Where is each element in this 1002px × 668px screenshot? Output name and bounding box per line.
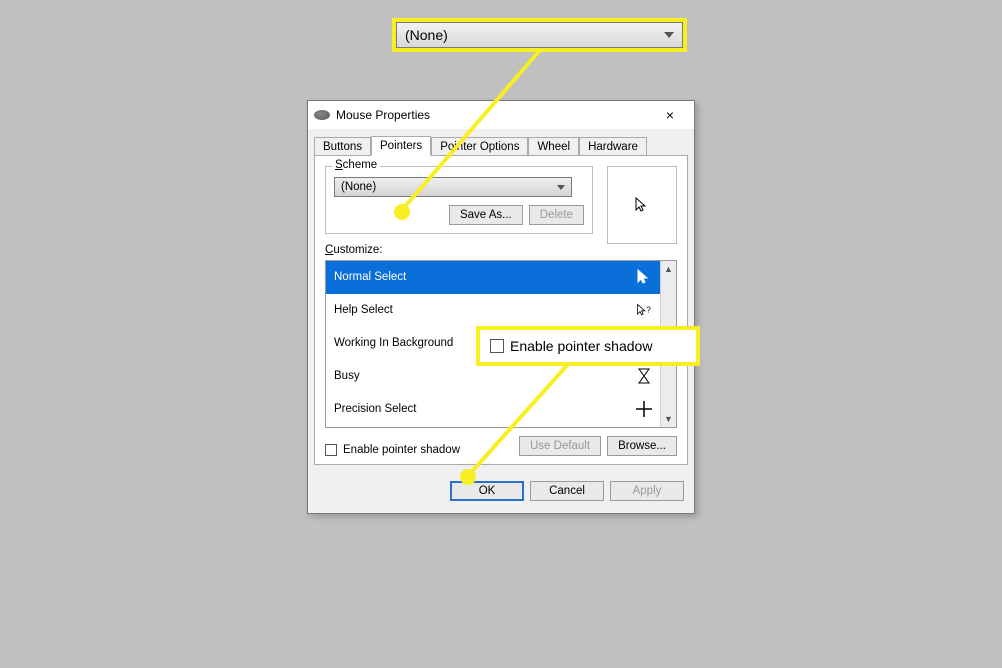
hourglass-icon [636, 368, 652, 384]
list-item-label: Help Select [334, 304, 393, 316]
list-item-label: Normal Select [334, 271, 406, 283]
tab-pointer-options[interactable]: Pointer Options [431, 137, 528, 156]
callout-dot-scheme [394, 204, 410, 220]
tabs-row: Buttons Pointers Pointer Options Wheel H… [308, 129, 694, 155]
enable-shadow-label: Enable pointer shadow [343, 444, 460, 456]
scheme-group-label: SSchemecheme [332, 159, 380, 171]
ok-button[interactable]: OK [450, 481, 524, 501]
list-item-help-select[interactable]: Help Select ? [326, 294, 660, 327]
arrow-cursor-icon [634, 197, 650, 213]
customize-label: Customize: [325, 244, 677, 256]
tab-wheel[interactable]: Wheel [528, 137, 579, 156]
apply-button: Apply [610, 481, 684, 501]
callout-scheme-dropdown-inner[interactable]: (None) [396, 22, 683, 48]
chevron-down-icon [557, 185, 565, 190]
crosshair-icon [636, 401, 652, 417]
tab-hardware[interactable]: Hardware [579, 137, 647, 156]
dialog-title: Mouse Properties [336, 108, 652, 122]
scroll-up-button[interactable]: ▲ [661, 261, 676, 277]
scheme-dropdown[interactable]: (None) [334, 177, 572, 197]
enable-shadow-row: Enable pointer shadow [325, 444, 460, 456]
help-cursor-icon: ? [636, 302, 652, 318]
list-item-label: Busy [334, 370, 360, 382]
titlebar: Mouse Properties × [308, 101, 694, 129]
pointers-panel: SSchemecheme (None) Save As... Delete Cu… [314, 155, 688, 465]
mouse-icon [314, 110, 330, 120]
callout-dot-enable-shadow [460, 469, 476, 485]
list-item-precision-select[interactable]: Precision Select [326, 393, 660, 426]
tab-pointers[interactable]: Pointers [371, 136, 431, 156]
scheme-group: SSchemecheme (None) Save As... Delete [325, 166, 593, 234]
scroll-down-button[interactable]: ▼ [661, 411, 676, 427]
use-default-button: Use Default [519, 436, 601, 456]
enable-shadow-checkbox[interactable] [325, 444, 337, 456]
cancel-button[interactable]: Cancel [530, 481, 604, 501]
chevron-down-icon [664, 32, 674, 38]
save-as-button[interactable]: Save As... [449, 205, 523, 225]
delete-button: Delete [529, 205, 584, 225]
callout-scheme-value: (None) [405, 27, 448, 43]
checkbox-icon[interactable] [490, 339, 504, 353]
list-item-label: Working In Background [334, 337, 453, 349]
pointer-preview [607, 166, 677, 244]
dialog-footer: OK Cancel Apply [308, 471, 694, 513]
list-item-label: Precision Select [334, 403, 416, 415]
mouse-properties-dialog: Mouse Properties × Buttons Pointers Poin… [307, 100, 695, 514]
list-item-normal-select[interactable]: Normal Select [326, 261, 660, 294]
tab-buttons[interactable]: Buttons [314, 137, 371, 156]
scheme-value: (None) [341, 181, 376, 193]
arrow-cursor-icon [636, 269, 652, 285]
browse-button[interactable]: Browse... [607, 436, 677, 456]
close-button[interactable]: × [652, 104, 688, 126]
callout-enable-shadow: Enable pointer shadow [476, 326, 700, 366]
svg-text:?: ? [646, 305, 651, 314]
callout-enable-shadow-label: Enable pointer shadow [510, 338, 652, 354]
callout-scheme-dropdown: (None) [392, 18, 687, 52]
